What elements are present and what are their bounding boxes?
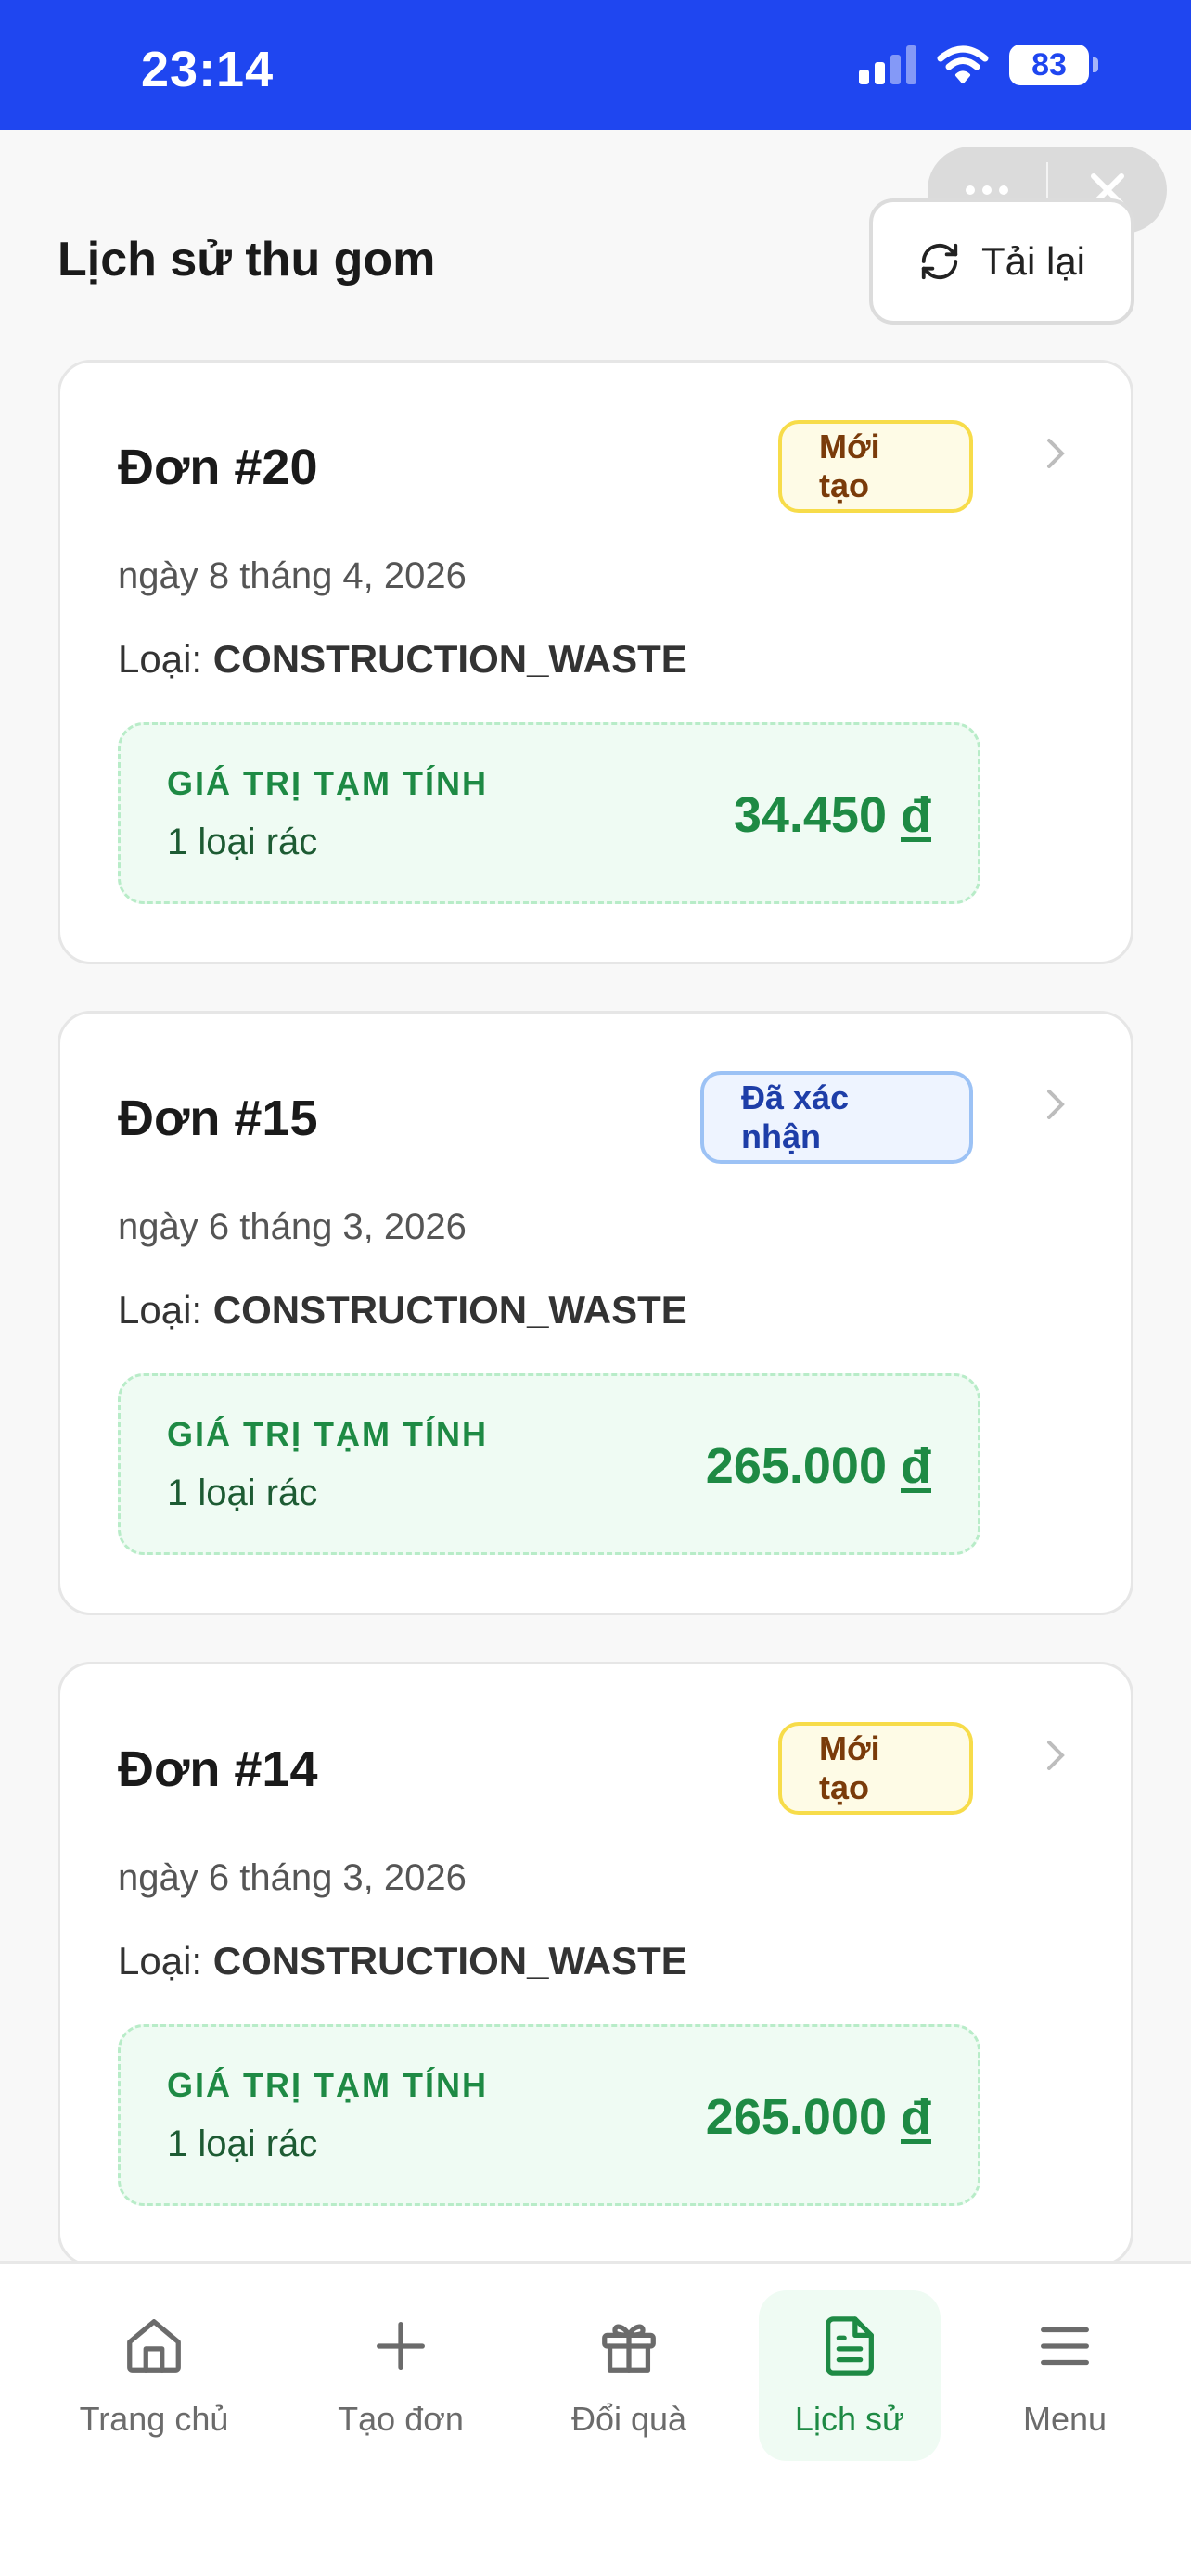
order-card[interactable]: Đơn #15 Đã xác nhận ngày 6 tháng 3, 2026… [58, 1011, 1133, 1615]
estimated-value-amount: 34.450 đ [734, 786, 931, 844]
currency-symbol: đ [901, 787, 931, 843]
order-type-value: CONSTRUCTION_WASTE [212, 1288, 687, 1332]
order-card[interactable]: Đơn #14 Mới tạo ngày 6 tháng 3, 2026 Loạ… [58, 1662, 1133, 2266]
order-date: ngày 6 tháng 3, 2026 [118, 1206, 467, 1247]
status-icons: 83 [859, 45, 1098, 85]
chevron-right-icon[interactable] [1045, 437, 1066, 470]
nav-label: Lịch sử [794, 2400, 905, 2438]
order-card[interactable]: Đơn #20 Mới tạo ngày 8 tháng 4, 2026 Loạ… [58, 360, 1133, 964]
amount-number: 265.000 [705, 1438, 887, 1494]
status-time: 23:14 [141, 42, 275, 97]
waste-type-count: 1 loại rác [167, 1473, 318, 1513]
order-type-label: Loại: [118, 637, 203, 681]
order-type: Loại: CONSTRUCTION_WASTE [118, 637, 687, 682]
chevron-right-icon[interactable] [1045, 1088, 1066, 1121]
order-title: Đơn #14 [118, 1741, 318, 1797]
estimated-value-label: GIÁ TRỊ TẠM TÍNH [167, 2066, 488, 2104]
amount-number: 34.450 [733, 787, 887, 843]
currency-symbol: đ [901, 2089, 931, 2145]
order-type: Loại: CONSTRUCTION_WASTE [118, 1288, 687, 1333]
status-badge: Mới tạo [778, 1722, 973, 1815]
estimated-value-amount: 265.000 đ [706, 1437, 931, 1495]
order-type-label: Loại: [118, 1939, 203, 1983]
battery-icon: 83 [1009, 45, 1098, 85]
estimated-value-box: GIÁ TRỊ TẠM TÍNH 1 loại rác 265.000 đ [118, 2024, 980, 2206]
order-date: ngày 8 tháng 4, 2026 [118, 555, 467, 596]
estimated-value-label: GIÁ TRỊ TẠM TÍNH [167, 764, 488, 802]
order-type: Loại: CONSTRUCTION_WASTE [118, 1939, 687, 1983]
waste-type-count: 1 loại rác [167, 2123, 318, 2164]
estimated-value-amount: 265.000 đ [706, 2088, 931, 2146]
bottom-navigation: Trang chủ Tạo đơn Đổi quà Lịch sử Menu [0, 2261, 1191, 2576]
nav-item-history[interactable]: Lịch sử [759, 2290, 941, 2461]
reload-label: Tải lại [980, 239, 1086, 283]
cellular-signal-icon [859, 45, 916, 84]
nav-item-home[interactable]: Trang chủ [61, 2290, 247, 2461]
menu-icon [1041, 2327, 1089, 2366]
estimated-value-box: GIÁ TRỊ TẠM TÍNH 1 loại rác 34.450 đ [118, 722, 980, 904]
order-date: ngày 6 tháng 3, 2026 [118, 1857, 467, 1898]
status-bar: 23:14 83 [0, 0, 1191, 130]
document-icon [826, 2316, 874, 2376]
nav-item-create-order[interactable]: Tạo đơn [308, 2290, 493, 2461]
order-title: Đơn #15 [118, 1090, 318, 1146]
currency-symbol: đ [901, 1438, 931, 1494]
nav-label: Trang chủ [79, 2400, 229, 2438]
order-type-label: Loại: [118, 1288, 203, 1332]
order-type-value: CONSTRUCTION_WASTE [212, 637, 687, 681]
nav-label: Menu [1022, 2400, 1108, 2438]
estimated-value-box: GIÁ TRỊ TẠM TÍNH 1 loại rác 265.000 đ [118, 1373, 980, 1555]
status-badge: Đã xác nhận [700, 1071, 973, 1164]
reload-button[interactable]: Tải lại [869, 198, 1134, 325]
order-title: Đơn #20 [118, 440, 318, 495]
nav-item-menu[interactable]: Menu [972, 2290, 1158, 2461]
battery-level: 83 [1009, 45, 1089, 85]
nav-item-rewards[interactable]: Đổi quà [536, 2290, 722, 2461]
status-badge: Mới tạo [778, 420, 973, 513]
nav-label: Tạo đơn [338, 2400, 464, 2438]
gift-icon [602, 2324, 656, 2373]
nav-label: Đổi quà [570, 2400, 687, 2438]
refresh-icon [921, 243, 958, 280]
wifi-icon [937, 45, 989, 83]
estimated-value-label: GIÁ TRỊ TẠM TÍNH [167, 1415, 488, 1453]
amount-number: 265.000 [705, 2089, 887, 2145]
home-icon [127, 2319, 181, 2373]
chevron-right-icon[interactable] [1045, 1739, 1066, 1772]
order-type-value: CONSTRUCTION_WASTE [212, 1939, 687, 1983]
waste-type-count: 1 loại rác [167, 822, 318, 862]
page-title: Lịch sử thu gom [58, 233, 436, 287]
plus-icon [377, 2322, 425, 2370]
